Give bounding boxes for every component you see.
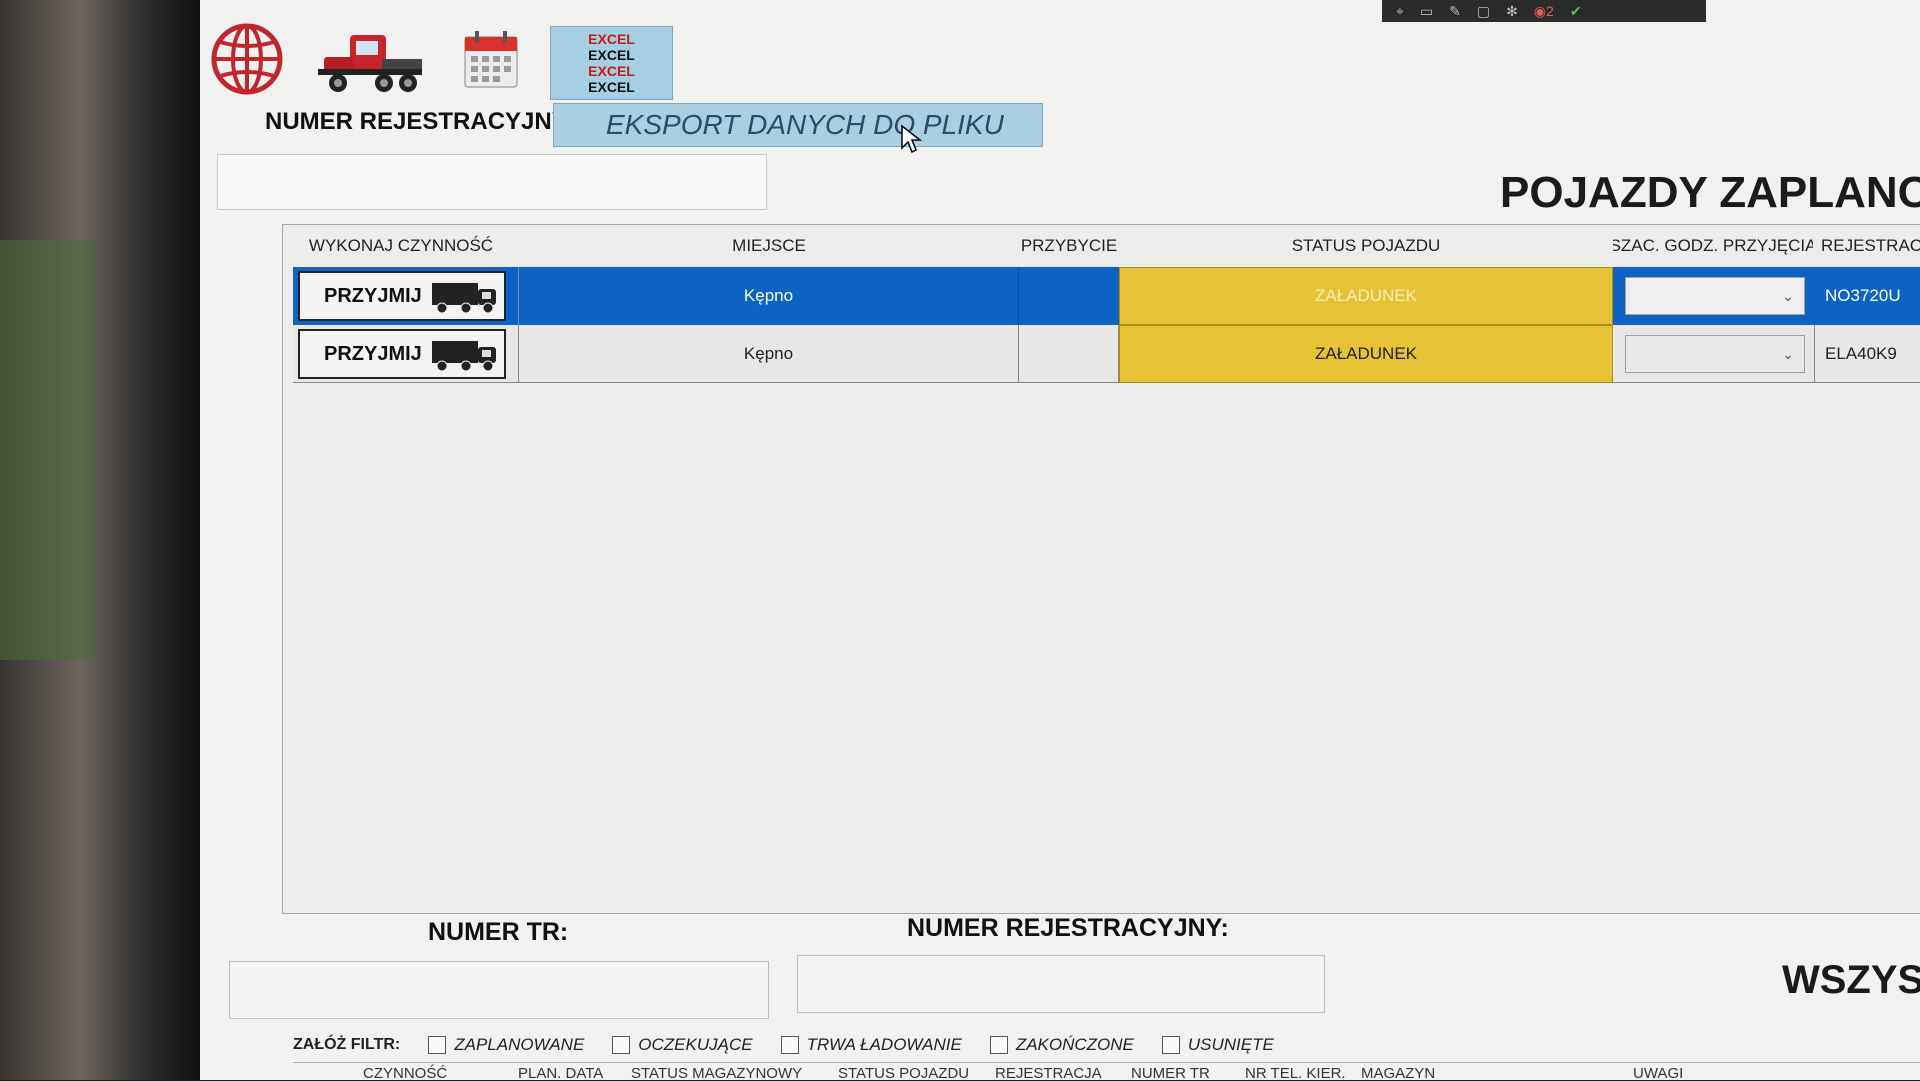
filter-option-label: ZAKOŃCZONE: [1015, 1035, 1134, 1054]
filter-option-label: ZAPLANOWANE: [454, 1035, 585, 1054]
tray-notification-icon[interactable]: ◉2: [1534, 3, 1554, 20]
action-cell: PRZYJMIJ: [293, 325, 519, 383]
excel-line: EXCEL: [588, 31, 635, 47]
chevron-down-icon: ⌄: [1782, 345, 1794, 362]
est-time-dropdown[interactable]: ⌄: [1625, 335, 1805, 373]
tray-shield-icon[interactable]: ✔: [1570, 3, 1582, 20]
filter-checkbox-loading[interactable]: TRWA ŁADOWANIE: [780, 1035, 962, 1055]
truck-icon[interactable]: [315, 20, 425, 98]
registration-cell[interactable]: NO3720U: [1815, 267, 1920, 325]
col-header-arrival[interactable]: PRZYBYCIE: [1019, 225, 1119, 267]
status-cell[interactable]: ZAŁADUNEK: [1119, 267, 1613, 325]
lower-col-header[interactable]: CZYNNOŚĆ: [363, 1065, 447, 1081]
export-data-button[interactable]: EKSPORT DANYCH DO PLIKU: [553, 103, 1043, 147]
lower-col-header[interactable]: REJESTRACJA: [995, 1065, 1102, 1081]
lower-col-header[interactable]: PLAN. DATA: [518, 1065, 603, 1081]
accept-button-label: PRZYJMIJ: [324, 284, 422, 307]
place-cell[interactable]: Kępno: [519, 325, 1019, 383]
col-header-status[interactable]: STATUS POJAZDU: [1119, 225, 1613, 267]
col-header-registration[interactable]: REJESTRAC: [1815, 225, 1920, 267]
col-header-est-time[interactable]: SZAC. GODZ. PRZYJĘCIA: [1613, 225, 1813, 267]
checkbox[interactable]: [989, 1036, 1008, 1054]
filter-option-label: OCZEKUJĄCE: [638, 1035, 753, 1054]
tray-settings-icon[interactable]: ✻: [1506, 3, 1518, 20]
lower-col-header[interactable]: NR TEL. KIER.: [1245, 1065, 1346, 1081]
page-title: POJAZDY ZAPLANO: [1500, 168, 1920, 217]
calendar-icon[interactable]: [460, 28, 522, 90]
globe-icon[interactable]: [208, 20, 286, 98]
status-cell[interactable]: ZAŁADUNEK: [1119, 325, 1613, 383]
tr-number-label: NUMER TR:: [428, 918, 569, 946]
excel-line: EXCEL: [588, 47, 635, 63]
checkbox[interactable]: [1161, 1036, 1180, 1054]
filter-option-label: TRWA ŁADOWANIE: [806, 1035, 962, 1054]
checkbox[interactable]: [428, 1036, 447, 1054]
chevron-down-icon: ⌄: [1782, 287, 1794, 304]
accept-button[interactable]: PRZYJMIJ: [298, 271, 506, 321]
lower-col-header[interactable]: STATUS POJAZDU: [838, 1065, 969, 1081]
filter-checkbox-waiting[interactable]: OCZEKUJĄCE: [612, 1035, 753, 1055]
est-time-cell: ⌄: [1613, 325, 1815, 383]
filter-label: ZAŁÓŻ FILTR:: [293, 1036, 401, 1053]
accept-button[interactable]: PRZYJMIJ: [298, 329, 506, 379]
background-office: [0, 240, 95, 660]
lower-col-header[interactable]: NUMER TR: [1131, 1065, 1210, 1081]
lower-col-header[interactable]: UWAGI: [1633, 1065, 1683, 1081]
tr-number-input[interactable]: [229, 961, 769, 1019]
mouse-cursor-icon: [900, 124, 923, 159]
table-row[interactable]: PRZYJMIJ Kępno ZAŁADUNEK ⌄ ELA40K9: [293, 325, 1920, 383]
tray-pen-icon[interactable]: ✎: [1449, 3, 1461, 20]
action-cell: PRZYJMIJ: [293, 267, 519, 325]
system-tray: ⌖ ▭ ✎ ▢ ✻ ◉2 ✔: [1382, 0, 1706, 22]
filter-checkbox-finished[interactable]: ZAKOŃCZONE: [989, 1035, 1134, 1055]
lower-col-header[interactable]: STATUS MAGAZYNOWY: [631, 1065, 802, 1081]
vehicle-grid: WYKONAJ CZYNNOŚĆ MIEJSCE PRZYBYCIE STATU…: [282, 224, 1920, 914]
registration-cell[interactable]: ELA40K9: [1815, 325, 1920, 383]
filter-checkbox-planned[interactable]: ZAPLANOWANE: [428, 1035, 584, 1055]
accept-button-label: PRZYJMIJ: [324, 342, 422, 365]
col-header-place[interactable]: MIEJSCE: [519, 225, 1019, 267]
est-time-dropdown[interactable]: ⌄: [1625, 277, 1805, 315]
col-header-action[interactable]: WYKONAJ CZYNNOŚĆ: [293, 225, 509, 267]
registration-number-input[interactable]: [797, 955, 1325, 1013]
table-row[interactable]: PRZYJMIJ Kępno ZAŁADUNEK ⌄ NO3720U: [293, 267, 1920, 325]
lower-col-header[interactable]: MAGAZYN: [1361, 1065, 1435, 1081]
registration-number-label: NUMER REJESTRACYJNY:: [907, 914, 1229, 942]
tray-clipboard-icon[interactable]: ▢: [1477, 3, 1490, 20]
lower-grid-header: CZYNNOŚĆ PLAN. DATA STATUS MAGAZYNOWY ST…: [293, 1062, 1920, 1081]
filter-checkbox-deleted[interactable]: USUNIĘTE: [1161, 1035, 1274, 1055]
registration-input[interactable]: [217, 154, 767, 210]
filter-option-label: USUNIĘTE: [1187, 1035, 1274, 1054]
tray-badge: 2: [1546, 2, 1554, 19]
excel-icon[interactable]: EXCEL EXCEL EXCEL EXCEL: [550, 26, 673, 100]
checkbox[interactable]: [780, 1036, 799, 1054]
excel-line: EXCEL: [588, 79, 635, 95]
tray-display-icon[interactable]: ▭: [1420, 3, 1433, 20]
excel-line: EXCEL: [588, 63, 635, 79]
place-cell[interactable]: Kępno: [519, 267, 1019, 325]
arrival-cell[interactable]: [1019, 325, 1119, 383]
arrival-cell[interactable]: [1019, 267, 1119, 325]
tray-network-icon[interactable]: ⌖: [1396, 3, 1404, 20]
delivery-truck-icon: [432, 341, 496, 372]
delivery-truck-icon: [432, 283, 496, 314]
registration-label: NUMER REJESTRACYJNY: [265, 108, 568, 135]
est-time-cell: ⌄: [1613, 267, 1815, 325]
filter-bar: ZAŁÓŻ FILTR: ZAPLANOWANE OCZEKUJĄCE TRWA…: [293, 1030, 1302, 1060]
checkbox[interactable]: [612, 1036, 631, 1054]
all-vehicles-title: WSZYS: [1782, 958, 1920, 1002]
